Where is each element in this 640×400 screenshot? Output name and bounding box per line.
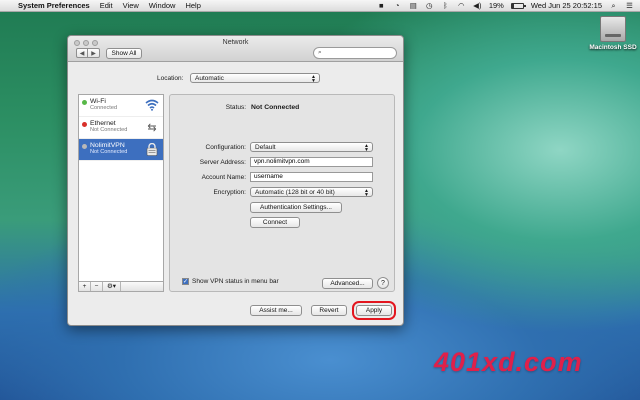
title-bar[interactable]: Network ◀ ▶ Show All ⌕: [68, 36, 403, 62]
service-list-toolbar: + − ⚙▾: [78, 282, 164, 292]
spotlight-search-icon[interactable]: ⌕: [609, 1, 618, 11]
search-field[interactable]: ⌕: [313, 47, 397, 59]
vpn-lock-icon: [145, 142, 159, 157]
encryption-popup[interactable]: Automatic (128 bit or 40 bit) ▲ ▼: [250, 187, 373, 198]
popup-arrows-icon: ▲ ▼: [311, 74, 316, 84]
help-button[interactable]: ?: [377, 277, 389, 289]
disk-label: Macintosh SSD: [589, 44, 637, 51]
server-address-input[interactable]: [254, 158, 372, 165]
watermark-text: 401xd.com: [434, 347, 583, 377]
account-name-label: Account Name:: [201, 174, 246, 181]
battery-icon[interactable]: [510, 2, 526, 9]
menu-view[interactable]: View: [123, 1, 139, 10]
location-value: Automatic: [195, 74, 224, 82]
forward-arrow-icon[interactable]: ▶: [88, 48, 100, 58]
location-label: Location:: [157, 75, 184, 82]
status-timer-icon[interactable]: ◔: [393, 1, 402, 10]
wifi-icon: [145, 99, 159, 113]
server-address-label: Server Address:: [199, 159, 246, 166]
status-value: Not Connected: [251, 104, 300, 111]
account-name-field[interactable]: [250, 172, 373, 182]
menu-help[interactable]: Help: [185, 1, 200, 10]
service-item-nolimitvpn[interactable]: NolimitVPN Not Connected: [79, 139, 163, 161]
battery-fill: [511, 3, 514, 8]
apply-button[interactable]: Apply: [352, 301, 396, 320]
gear-icon[interactable]: ⚙▾: [103, 282, 121, 291]
notification-center-icon[interactable]: ☰: [625, 1, 634, 10]
status-label: Status:: [225, 104, 246, 111]
add-service-button[interactable]: +: [79, 282, 91, 291]
show-vpn-status-label: Show VPN status in menu bar: [192, 278, 279, 285]
ethernet-arrows-icon: ⇆: [147, 122, 157, 134]
battery-percent[interactable]: 19%: [489, 1, 504, 10]
menu-bar: System Preferences Edit View Window Help…: [0, 0, 640, 12]
advanced-button[interactable]: Advanced...: [322, 278, 373, 289]
status-volume-icon[interactable]: ◀): [473, 1, 482, 10]
status-wifi-icon[interactable]: ◠: [457, 1, 466, 10]
location-popup[interactable]: Automatic ▲ ▼: [190, 73, 320, 84]
encryption-label: Encryption:: [213, 189, 246, 196]
hard-drive-icon: [600, 16, 626, 42]
revert-button[interactable]: Revert: [311, 305, 347, 316]
encryption-value: Automatic (128 bit or 40 bit): [255, 188, 335, 196]
window-title: Network: [222, 39, 249, 46]
service-item-ethernet[interactable]: Ethernet Not Connected ⇆: [79, 117, 163, 139]
show-all-button[interactable]: Show All: [106, 48, 142, 59]
assist-me-button[interactable]: Assist me...: [250, 305, 302, 316]
status-dot: [82, 144, 87, 149]
status-dot: [82, 100, 87, 105]
connect-button[interactable]: Connect: [250, 217, 300, 228]
configuration-popup[interactable]: Default ▲ ▼: [250, 142, 373, 153]
server-address-field[interactable]: [250, 157, 373, 167]
back-arrow-icon[interactable]: ◀: [76, 48, 88, 58]
menu-edit[interactable]: Edit: [100, 1, 113, 10]
desktop-disk[interactable]: Macintosh SSD: [588, 16, 638, 51]
menu-clock[interactable]: Wed Jun 25 20:52:15: [531, 1, 602, 10]
status-app-icon[interactable]: ■: [377, 1, 386, 10]
service-list: Wi-Fi Connected Ethernet Not Connected ⇆…: [78, 94, 164, 282]
network-window: Network ◀ ▶ Show All ⌕ Location: Automat…: [67, 35, 404, 326]
authentication-settings-button[interactable]: Authentication Settings...: [250, 202, 342, 213]
search-icon: ⌕: [318, 49, 322, 56]
status-dot: [82, 122, 87, 127]
vpn-detail-panel: Status: Not Connected Configuration: Def…: [169, 94, 395, 292]
remove-service-button[interactable]: −: [91, 282, 103, 291]
configuration-value: Default: [255, 143, 276, 151]
show-vpn-status-checkbox[interactable]: ✓ Show VPN status in menu bar: [182, 278, 279, 285]
popup-arrows-icon: ▲ ▼: [364, 188, 369, 198]
status-area: ■ ◔ ▤ ◷ ᛒ ◠ ◀) 19% Wed Jun 25 20:52:15 ⌕…: [377, 1, 640, 11]
checkmark-icon[interactable]: ✓: [182, 278, 189, 285]
service-item-wifi[interactable]: Wi-Fi Connected: [79, 95, 163, 117]
nav-buttons: ◀ ▶: [76, 48, 100, 58]
status-vpn-icon[interactable]: ▤: [409, 1, 418, 10]
account-name-input[interactable]: [254, 173, 372, 180]
menu-app-name[interactable]: System Preferences: [18, 1, 90, 10]
configuration-label: Configuration:: [205, 144, 246, 151]
status-bluetooth-icon[interactable]: ᛒ: [441, 1, 450, 10]
popup-arrows-icon: ▲ ▼: [364, 143, 369, 153]
search-input[interactable]: [323, 49, 394, 57]
status-time-machine-icon[interactable]: ◷: [425, 1, 434, 10]
menu-window[interactable]: Window: [149, 1, 176, 10]
